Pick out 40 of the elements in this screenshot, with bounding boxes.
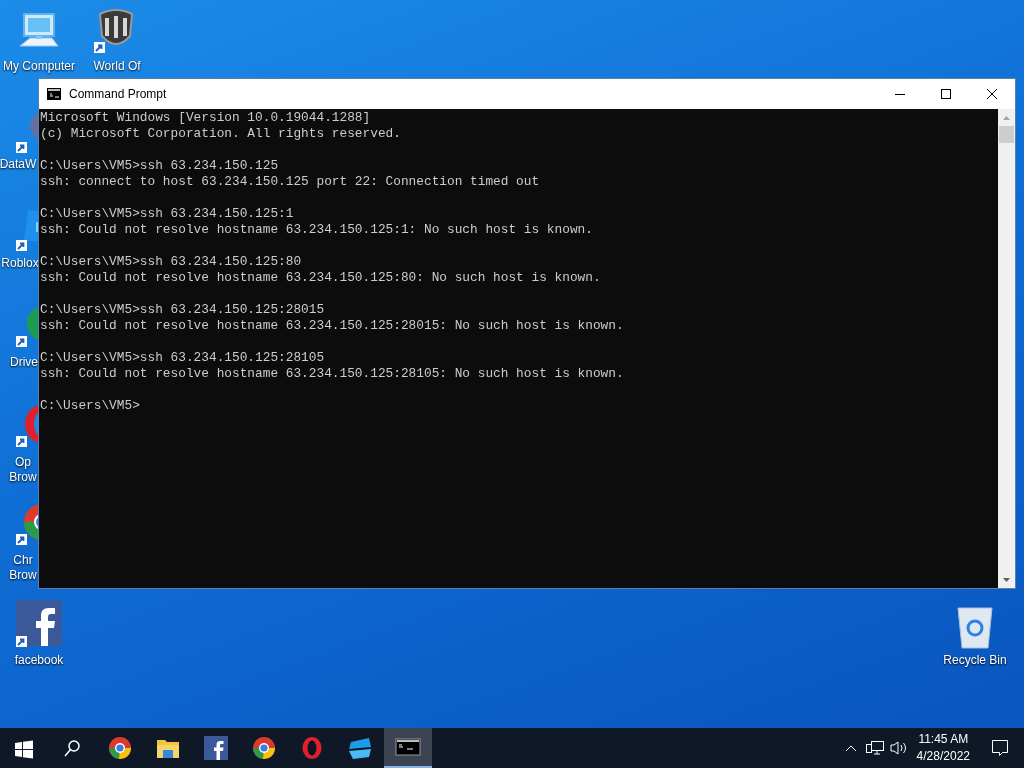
icon-label: My Computer: [3, 59, 75, 74]
console-line: C:\Users\VM5>ssh 63.234.150.125:28105: [40, 350, 325, 366]
app-icon: [347, 735, 373, 761]
console-line: (c) Microsoft Corporation. All rights reserved.: [40, 126, 401, 142]
icon-label: Drive: [10, 355, 38, 370]
console-line: C:\Users\VM5>ssh 63.234.150.125:1: [40, 206, 294, 222]
speech-bubble-icon: [991, 739, 1009, 757]
console-line: Microsoft Windows [Version 10.0.19044.1288]: [40, 110, 371, 126]
console-line: ssh: Could not resolve hostname 63.234.150.125:28105: No such host is known.: [40, 366, 624, 382]
console-line: C:\Users\VM5>ssh 63.234.150.125:28015: [40, 302, 325, 318]
console-line: C:\Users\VM5>ssh 63.234.150.125: [40, 158, 279, 174]
taskbar-button[interactable]: [384, 728, 432, 768]
minimize-icon: [895, 93, 905, 95]
icon-label: Op Brow: [9, 455, 37, 485]
console-line: ssh: Could not resolve hostname 63.234.150.125:80: No such host is known.: [40, 270, 601, 286]
console-line: ssh: Could not resolve hostname 63.234.150.125:1: No such host is known.: [40, 222, 593, 238]
facebook-icon: [203, 735, 229, 761]
time-text: 11:45 AM: [917, 731, 970, 748]
scrollbar[interactable]: [998, 109, 1015, 588]
console-icon: [47, 88, 61, 100]
icon-label: Roblox: [1, 256, 39, 271]
icon-label: Chr Brow: [9, 553, 37, 583]
console-line: C:\Users\VM5>ssh 63.234.150.125:80: [40, 254, 302, 270]
icon-label: World Of: [93, 59, 141, 74]
window-title: Command Prompt: [69, 87, 168, 101]
console-line: ssh: connect to host 63.234.150.125 port 22: Connection timed out: [40, 174, 540, 190]
close-icon: [987, 89, 997, 99]
chrome-icon: [251, 735, 277, 761]
facebook-icon[interactable]: [14, 600, 62, 648]
clock[interactable]: 11:45 AM 4/28/2022: [910, 728, 976, 768]
scrollbar-thumb[interactable]: [999, 126, 1014, 143]
maximize-icon: [941, 89, 951, 99]
scroll-down-icon[interactable]: [1003, 577, 1010, 582]
console-line: ssh: Could not resolve hostname 63.234.150.125:28015: No such host is known.: [40, 318, 624, 334]
icon-label: Recycle Bin: [943, 653, 1007, 668]
console-line: C:\Users\VM5>: [40, 398, 140, 414]
icon-label: facebook: [14, 653, 64, 668]
date-text: 4/28/2022: [916, 748, 970, 765]
chrome-icon: [107, 735, 133, 761]
icon-label: DataW: [0, 157, 37, 172]
